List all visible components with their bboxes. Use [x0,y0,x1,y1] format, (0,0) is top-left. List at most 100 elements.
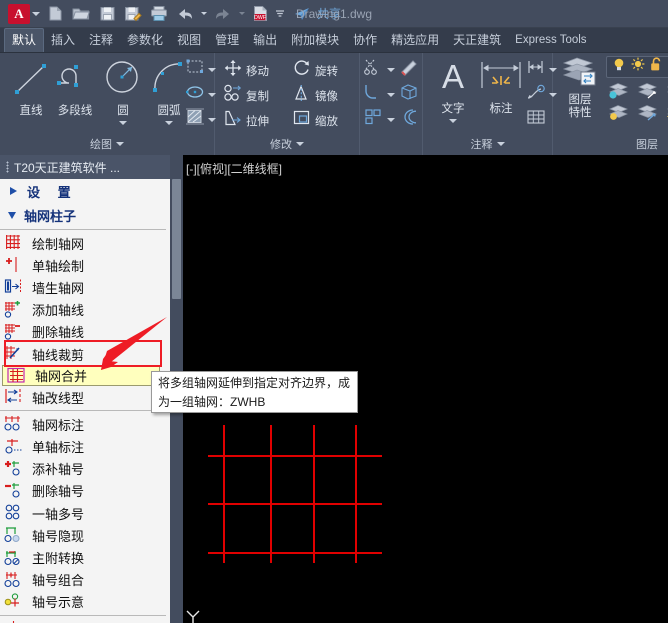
tab-parametric[interactable]: 参数化 [120,29,170,52]
circle-dropdown-icon[interactable] [119,121,127,125]
palette-item-combine-number[interactable]: 轴号组合 [0,569,170,591]
printer-icon[interactable] [147,2,171,26]
fillet-dropdown-icon[interactable] [387,92,395,97]
modify-3d-array-button[interactable] [399,83,419,106]
modify-mirror-button[interactable]: 镜像 [292,84,338,107]
workspace-dropdown-icon[interactable] [274,4,286,24]
layer-on-icon[interactable] [608,103,629,127]
modify-scale-button[interactable]: 缩放 [292,109,338,132]
new-file-icon[interactable] [43,2,67,26]
palette-item-toggle-number[interactable]: 轴号隐现 [0,524,170,546]
tab-tangent-arch[interactable]: 天正建筑 [446,29,508,52]
annotation-table-button[interactable] [526,108,546,131]
tab-featured-apps[interactable]: 精选应用 [384,29,446,52]
layer-properties-button[interactable]: 图层 特性 [558,55,602,120]
modify-fillet-button[interactable] [364,83,395,106]
palette-group-settings[interactable]: 设 置 [0,179,170,203]
app-menu-button[interactable]: A [8,3,30,24]
palette-item-trim-axis[interactable]: 轴线裁剪 [0,343,170,365]
palette-item-axis-linetype[interactable]: 轴改线型 [0,386,170,408]
tab-output[interactable]: 输出 [246,29,284,52]
palette-item-delete-axis-number[interactable]: 删除轴号 [0,480,170,502]
share-icon[interactable] [290,2,314,26]
panel-label-draw[interactable]: 绘图 [0,134,214,154]
draw-polyline-button[interactable]: 多段线 [52,57,98,118]
draw-line-label: 直线 [19,105,43,117]
tab-collaborate[interactable]: 协作 [346,29,384,52]
tab-express-tools[interactable]: Express Tools [508,29,593,52]
tab-view[interactable]: 视图 [170,29,208,52]
save-as-icon[interactable] [121,2,145,26]
modify-array-button[interactable] [364,108,395,131]
modify-trim-button[interactable] [364,58,395,81]
tab-annotate[interactable]: 注释 [82,29,120,52]
panel-label-layers[interactable]: 图层 [553,134,668,154]
draw-circle-button[interactable]: 圆 [100,53,146,125]
draw-line-button[interactable]: 直线 [8,57,54,118]
modify-erase-button[interactable] [399,58,419,81]
palette-item-single-axis-dim[interactable]: 单轴标注 [0,436,170,458]
panel-annotation-expand-icon[interactable] [496,142,505,146]
palette-item-draw-grid[interactable]: 绘制轴网 [0,232,170,254]
palette-item-single-axis[interactable]: 单轴绘制 [0,254,170,276]
palette-item-add-axis-number[interactable]: 添补轴号 [0,458,170,480]
copy-icon [223,84,243,107]
tab-addins[interactable]: 附加模块 [284,29,346,52]
panel-modify-expand-icon[interactable] [296,142,304,146]
trim-dropdown-icon[interactable] [387,67,395,72]
palette-item-multi-number[interactable]: 一轴多号 [0,502,170,524]
palette-scrollbar-thumb[interactable] [172,179,181,299]
text-dropdown-icon[interactable] [449,119,457,123]
palette-item-wall-to-grid[interactable]: 墙生轴网 [0,276,170,298]
palette-item-standard-column[interactable]: 标 准 柱 [0,618,170,623]
palette-item-grid-dimension[interactable]: 轴网标注 [0,413,170,435]
sun-icon[interactable] [631,57,645,77]
panel-label-modify[interactable]: 修改 [215,134,359,154]
redo-dropdown-icon[interactable] [236,4,248,24]
palette-item-merge-grid[interactable]: 轴网合并 [2,365,160,387]
share-label[interactable]: 共享 [317,5,341,22]
tab-insert[interactable]: 插入 [44,29,82,52]
palette-item-main-sub-convert[interactable]: 主附转换 [0,546,170,568]
open-folder-icon[interactable] [69,2,93,26]
modify-offset-button[interactable] [399,108,419,131]
lightbulb-icon[interactable] [612,57,626,77]
viewport-label[interactable]: [-][俯视][二维线框] [186,160,282,177]
annotation-dimension-button[interactable]: 标注 [477,55,525,116]
palette-grip-icon[interactable] [6,161,9,173]
undo-dropdown-icon[interactable] [198,4,210,24]
redo-arrow-icon[interactable] [211,2,235,26]
layer-isolate-icon[interactable] [608,81,629,105]
palette-item-axis-number-demo[interactable]: 轴号示意 [0,591,170,613]
panel-draw-expand-icon[interactable] [116,142,124,146]
palette-item-add-axis[interactable]: 添加轴线 [0,299,170,321]
app-menu-dropdown-icon[interactable] [30,4,42,24]
panel-label-annotation[interactable]: 注释 [423,134,552,154]
modify-rotate-button[interactable]: 旋转 [292,59,338,82]
modify-copy-button[interactable]: 复制 [223,84,269,107]
tab-default[interactable]: 默认 [4,28,45,52]
tab-manage[interactable]: 管理 [208,29,246,52]
array-dropdown-icon[interactable] [387,117,395,122]
draw-ellipse-button[interactable] [185,83,216,106]
grid-vline-2 [270,425,272,563]
palette-item-delete-axis-label: 删除轴线 [32,325,85,341]
chevron-down-icon-group [8,211,16,219]
layer-off-icon[interactable] [637,81,658,105]
arc-dropdown-icon[interactable] [165,121,173,125]
draw-arc-label: 圆弧 [157,105,181,117]
palette-group-axis-grid[interactable]: 轴网柱子 [0,203,170,227]
annotation-text-button[interactable]: A 文字 [429,53,477,123]
modify-move-button[interactable]: 移动 [223,59,269,82]
layer-current-icon[interactable] [637,103,658,127]
draw-hatch-button[interactable] [185,108,216,131]
unlock-icon[interactable] [650,57,663,77]
modify-stretch-button[interactable]: 拉伸 [223,109,269,132]
palette-item-delete-axis[interactable]: 删除轴线 [0,321,170,343]
save-icon[interactable] [95,2,119,26]
palette-title-bar[interactable]: T20天正建筑软件 ... [0,155,170,179]
dwf-icon[interactable]: DWF [249,2,273,26]
undo-arrow-icon[interactable] [173,2,197,26]
layer-control[interactable]: 0 [606,56,668,78]
draw-rectangle-button[interactable] [185,58,216,81]
